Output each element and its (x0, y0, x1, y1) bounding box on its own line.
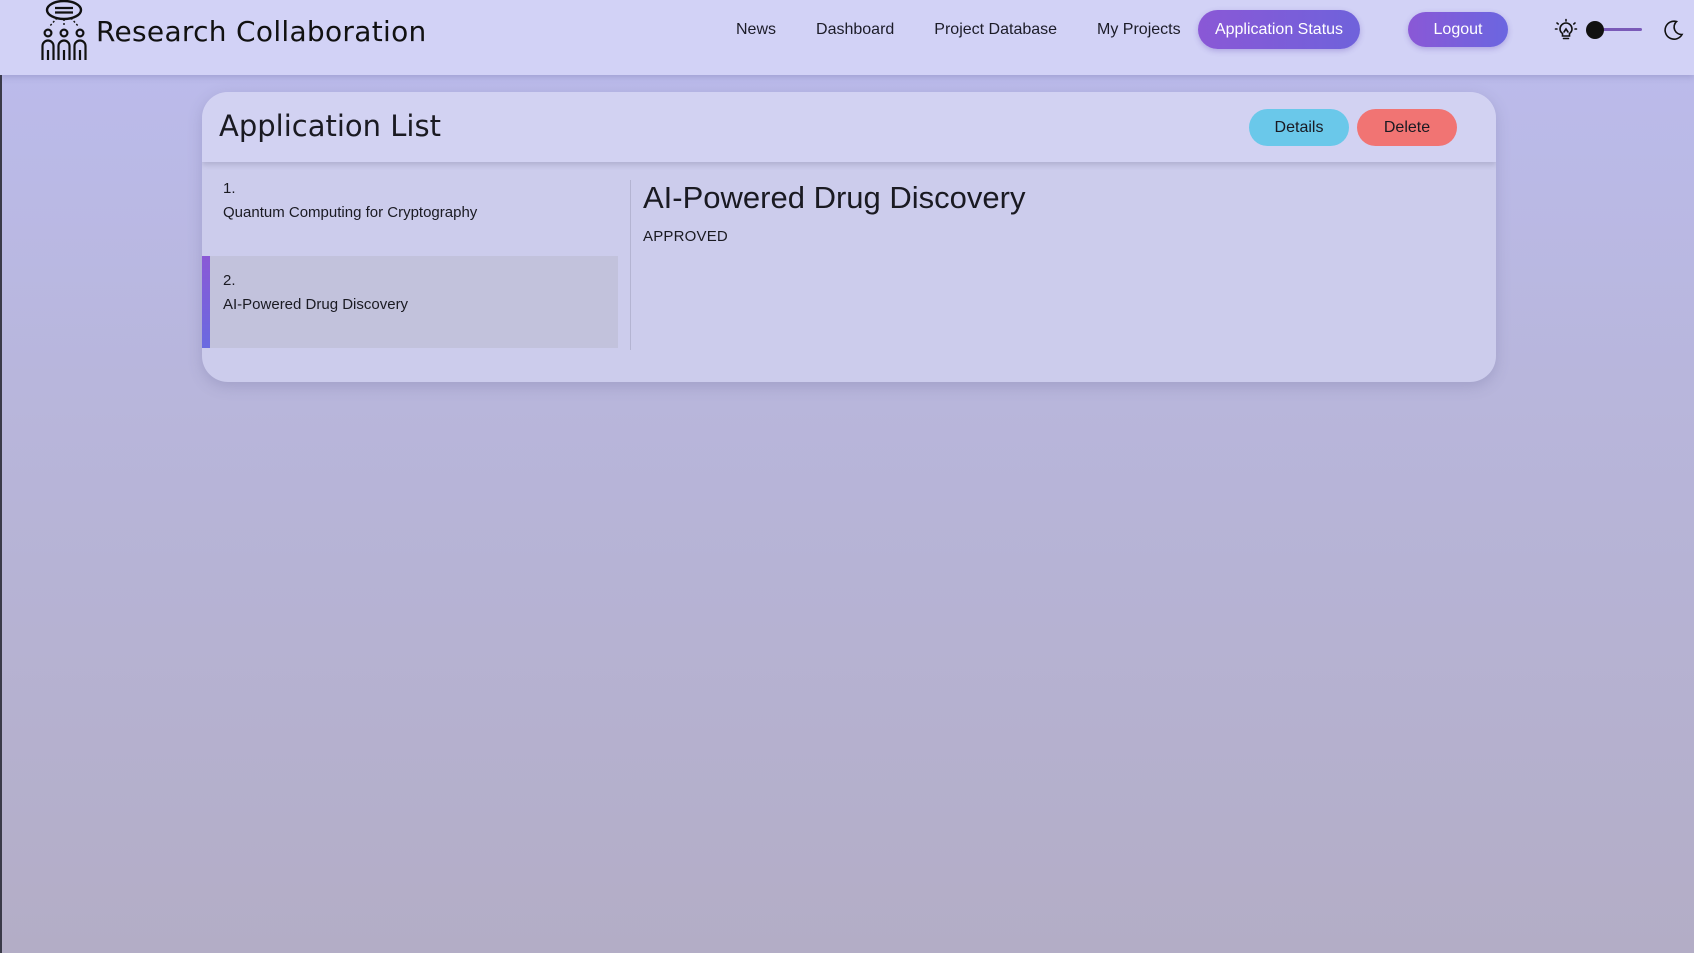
top-navbar: Research Collaboration News Dashboard Pr… (0, 0, 1694, 75)
theme-toggle[interactable] (1586, 20, 1642, 40)
list-item-selected[interactable]: 2. AI-Powered Drug Discovery (202, 256, 618, 348)
panel-title: Application List (219, 109, 441, 143)
nav-project-database[interactable]: Project Database (934, 21, 1057, 39)
detail-title: AI-Powered Drug Discovery (643, 180, 1026, 215)
lightbulb-icon[interactable] (1554, 18, 1578, 42)
column-divider (630, 180, 631, 350)
details-button[interactable]: Details (1249, 109, 1349, 146)
application-panel: Application List Details Delete 1. Quant… (202, 92, 1496, 382)
team-chat-icon (40, 0, 88, 62)
brand[interactable]: Research Collaboration (40, 0, 427, 62)
moon-icon[interactable] (1662, 19, 1684, 41)
item-number: 1. (223, 180, 236, 197)
nav-dashboard[interactable]: Dashboard (816, 21, 894, 39)
item-title: Quantum Computing for Cryptography (223, 204, 478, 221)
toggle-knob[interactable] (1586, 21, 1604, 39)
delete-button[interactable]: Delete (1357, 109, 1457, 146)
item-title: AI-Powered Drug Discovery (223, 296, 409, 313)
logout-button[interactable]: Logout (1408, 12, 1508, 47)
nav-my-projects[interactable]: My Projects (1097, 21, 1181, 39)
item-number: 2. (223, 272, 236, 289)
list-item[interactable]: 1. Quantum Computing for Cryptography (202, 164, 618, 256)
nav-news[interactable]: News (736, 21, 776, 39)
status-text: APPROVED (643, 228, 728, 245)
window-edge (0, 58, 2, 953)
panel-header: Application List Details Delete (202, 92, 1496, 162)
application-list: 1. Quantum Computing for Cryptography 2.… (202, 164, 618, 348)
app-title: Research Collaboration (96, 14, 427, 48)
nav-application-status[interactable]: Application Status (1198, 10, 1360, 49)
selection-indicator (202, 256, 210, 348)
nav-links: News Dashboard Project Database My Proje… (736, 10, 1221, 50)
